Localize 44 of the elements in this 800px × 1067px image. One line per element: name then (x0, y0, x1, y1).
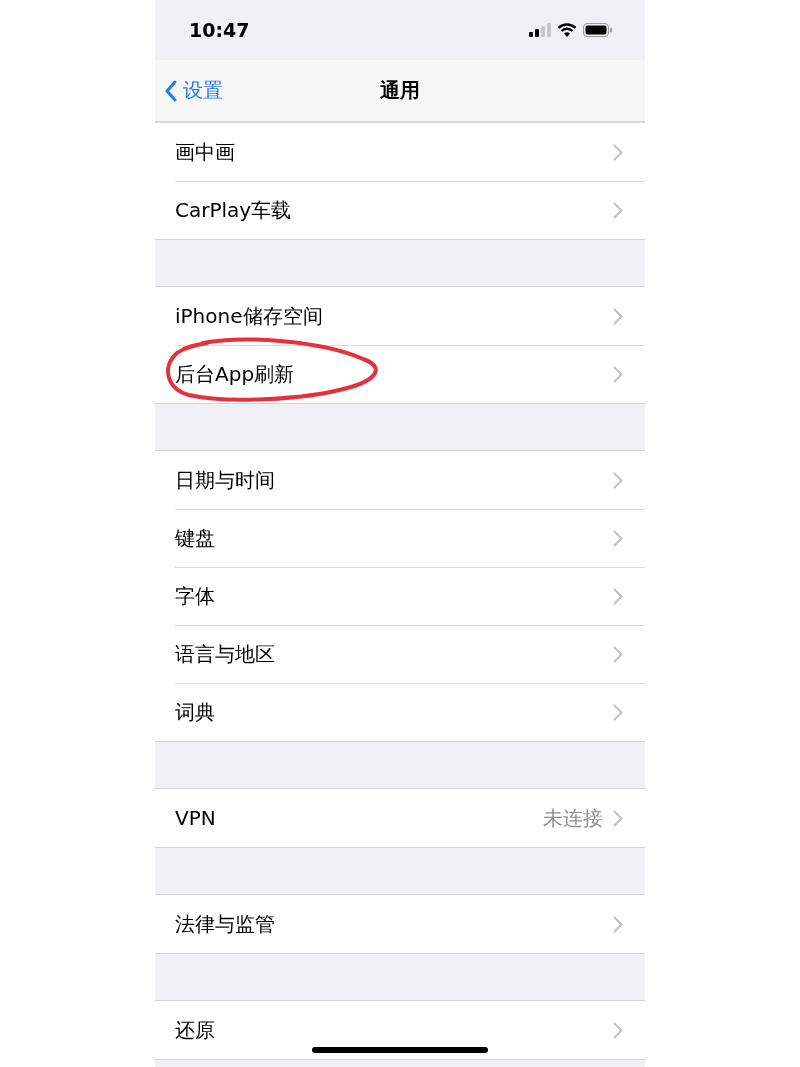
chevron-icon (613, 645, 623, 663)
row-label: 法律与监管 (175, 910, 276, 938)
row-label: 字体 (175, 582, 216, 610)
settings-row[interactable]: 后台App刷新 (155, 345, 645, 403)
row-label: 日期与时间 (175, 466, 276, 494)
row-label: VPN (175, 806, 217, 830)
settings-row[interactable]: iPhone储存空间 (155, 287, 645, 345)
chevron-icon (613, 809, 623, 827)
chevron-icon (613, 915, 623, 933)
settings-row[interactable]: VPN 未连接 (155, 789, 645, 847)
row-label: iPhone储存空间 (175, 302, 324, 330)
settings-row[interactable]: 语言与地区 (155, 625, 645, 683)
chevron-icon (613, 143, 623, 161)
chevron-icon (613, 703, 623, 721)
settings-row[interactable]: 键盘 (155, 509, 645, 567)
status-time: 10:47 (189, 19, 250, 41)
settings-row[interactable]: 字体 (155, 567, 645, 625)
row-label: 画中画 (175, 138, 236, 166)
back-button[interactable]: 设置 (155, 76, 229, 105)
row-label: 词典 (175, 698, 216, 726)
settings-row[interactable]: 还原 (155, 1001, 645, 1059)
row-label: 语言与地区 (175, 640, 276, 668)
chevron-icon (613, 201, 623, 219)
row-detail: 未连接 (543, 804, 603, 832)
battery-icon (583, 23, 613, 37)
settings-row[interactable]: CarPlay车载 (155, 181, 645, 239)
row-label: 还原 (175, 1016, 216, 1044)
settings-row[interactable]: 词典 (155, 683, 645, 741)
chevron-icon (613, 1021, 623, 1039)
row-label: 后台App刷新 (175, 360, 296, 388)
back-chevron-icon (165, 79, 177, 102)
signal-icon (529, 23, 551, 37)
chevron-icon (613, 365, 623, 383)
row-label: 键盘 (175, 524, 216, 552)
chevron-icon (613, 471, 623, 489)
settings-row[interactable]: 日期与时间 (155, 451, 645, 509)
settings-row[interactable]: 法律与监管 (155, 895, 645, 953)
chevron-icon (613, 529, 623, 547)
nav-title: 通用 (380, 77, 420, 104)
settings-row[interactable]: 画中画 (155, 123, 645, 181)
chevron-icon (613, 307, 623, 325)
row-label: CarPlay车载 (175, 196, 293, 224)
chevron-icon (613, 587, 623, 605)
wifi-icon (557, 22, 577, 38)
